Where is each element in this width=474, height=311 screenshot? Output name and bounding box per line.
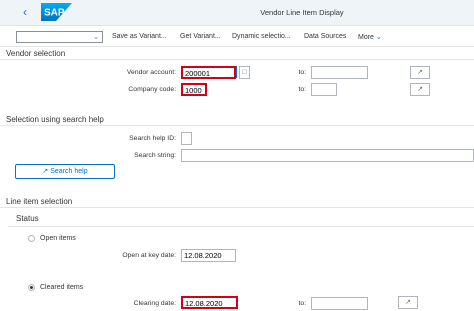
search-help-button[interactable]: ↗ Search help: [15, 164, 115, 179]
clearing-date-label: Clearing date:: [133, 300, 176, 307]
line-item-selection-heading: Line item selection: [6, 197, 73, 206]
dynamic-selections-button[interactable]: Dynamic selectio...: [232, 33, 291, 40]
vendor-account-to-input[interactable]: [311, 66, 368, 79]
multiple-selection-icon[interactable]: ↗: [410, 66, 430, 79]
open-key-date-label: Open at key date:: [122, 252, 176, 259]
more-button-label: More: [358, 34, 374, 41]
value-help-icon[interactable]: □: [239, 66, 250, 79]
clearing-date-input[interactable]: 12.08.2020: [181, 296, 238, 309]
page-title: Vendor Line Item Display: [260, 8, 344, 17]
section-divider: [8, 226, 474, 227]
cleared-items-label: Cleared items: [40, 284, 84, 291]
chevron-down-icon: ⌄: [375, 34, 382, 41]
multiple-selection-icon[interactable]: ↗: [398, 296, 418, 309]
vendor-selection-heading: Vendor selection: [6, 49, 66, 58]
cleared-items-radio[interactable]: [28, 284, 35, 291]
search-help-id-input[interactable]: [181, 132, 192, 145]
shell-bar: ‹ SAP Vendor Line Item Display: [0, 0, 474, 26]
section-divider: [0, 207, 474, 208]
data-sources-button[interactable]: Data Sources: [304, 33, 346, 40]
search-help-button-label: Search help: [50, 168, 88, 175]
section-divider: [0, 125, 474, 126]
vendor-account-input[interactable]: 200001: [181, 66, 236, 79]
chevron-down-icon: ⌄: [93, 34, 99, 41]
external-link-icon: ↗: [42, 168, 49, 175]
to-label: to:: [298, 86, 306, 93]
search-help-id-label: Search help ID:: [129, 135, 176, 142]
more-button[interactable]: More ⌄: [358, 33, 382, 41]
text-cursor: [236, 66, 237, 78]
variant-select[interactable]: ⌄: [16, 31, 103, 43]
search-help-heading: Selection using search help: [6, 115, 104, 124]
company-code-input[interactable]: 1000: [181, 83, 207, 96]
section-divider: [0, 59, 474, 60]
open-key-date-input[interactable]: 12.08.2020: [181, 249, 236, 262]
company-code-label: Company code:: [128, 86, 176, 93]
to-label: to:: [298, 69, 306, 76]
search-string-input[interactable]: [181, 149, 474, 162]
vendor-account-label: Vendor account:: [126, 69, 176, 76]
multiple-selection-icon[interactable]: ↗: [410, 83, 430, 96]
company-code-to-input[interactable]: [311, 83, 337, 96]
clearing-date-to-input[interactable]: [311, 297, 368, 310]
toolbar: ⌄ Save as Variant... Get Variant... Dyna…: [0, 27, 474, 47]
search-string-label: Search string:: [134, 152, 176, 159]
open-items-radio[interactable]: [28, 235, 35, 242]
open-items-label: Open items: [40, 235, 76, 242]
save-as-variant-button[interactable]: Save as Variant...: [112, 33, 167, 40]
to-label: to:: [298, 300, 306, 307]
status-heading: Status: [16, 214, 39, 223]
get-variant-button[interactable]: Get Variant...: [180, 33, 221, 40]
